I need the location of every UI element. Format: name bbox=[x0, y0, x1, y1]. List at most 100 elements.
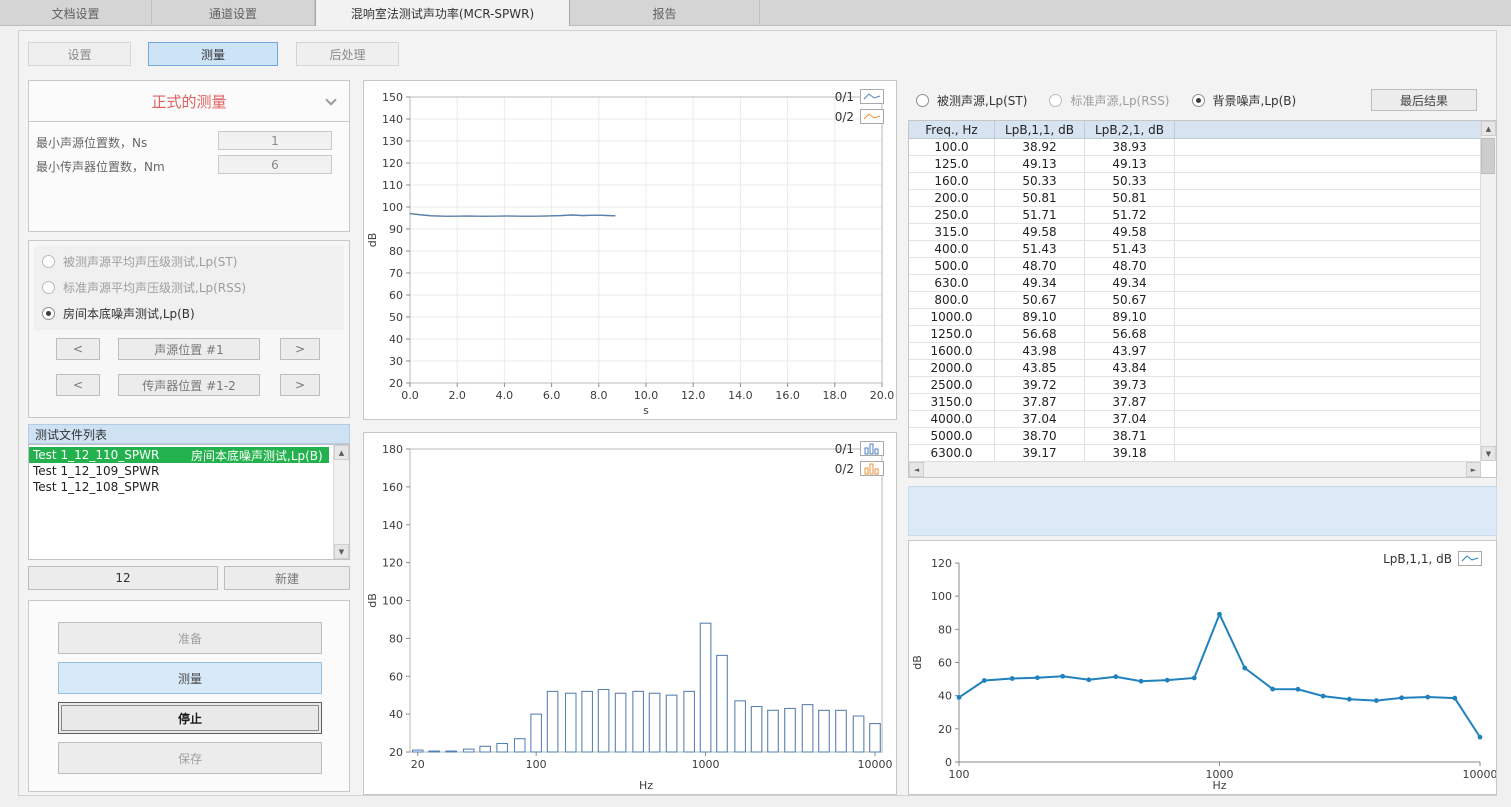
svg-text:0.0: 0.0 bbox=[401, 389, 419, 402]
tab-channel-settings[interactable]: 通道设置 bbox=[152, 0, 315, 26]
table-row[interactable]: 500.048.7048.70 bbox=[909, 258, 1480, 275]
scroll-down-icon[interactable]: ▼ bbox=[334, 544, 349, 559]
stop-button[interactable]: 停止 bbox=[58, 702, 322, 734]
measure-mode-value: 正式的测量 bbox=[151, 91, 226, 112]
table-row[interactable]: 4000.037.0437.04 bbox=[909, 411, 1480, 428]
table-row[interactable]: 800.050.6750.67 bbox=[909, 292, 1480, 309]
table-row[interactable]: 5000.038.7038.71 bbox=[909, 428, 1480, 445]
table-cell: 160.0 bbox=[909, 173, 995, 189]
scroll-right-icon[interactable]: ► bbox=[1466, 462, 1481, 477]
radio-circle bbox=[916, 94, 929, 107]
final-result-button[interactable]: 最后结果 bbox=[1371, 89, 1477, 111]
new-file-button[interactable]: 新建 bbox=[224, 566, 350, 590]
radio-display-lp-st[interactable]: 被测声源,Lp(ST) bbox=[916, 87, 1027, 113]
radio-test-lp-st[interactable]: 被测声源平均声压级测试,Lp(ST) bbox=[42, 248, 344, 274]
table-cell-filler bbox=[1175, 377, 1480, 393]
tab-document-settings[interactable]: 文档设置 bbox=[0, 0, 152, 26]
table-row[interactable]: 250.051.7151.72 bbox=[909, 207, 1480, 224]
tab-mcr-spwr[interactable]: 混响室法测试声功率(MCR-SPWR) bbox=[315, 0, 570, 26]
mic-position-button[interactable]: 传声器位置 #1-2 bbox=[118, 374, 260, 396]
scroll-up-icon[interactable]: ▲ bbox=[1481, 121, 1496, 136]
radio-circle bbox=[42, 255, 55, 268]
table-cell: 38.92 bbox=[995, 139, 1085, 155]
source-next-button[interactable]: > bbox=[280, 338, 320, 360]
scroll-left-icon[interactable]: ◄ bbox=[909, 462, 924, 477]
table-cell: 2500.0 bbox=[909, 377, 995, 393]
file-list-item[interactable]: Test 1_12_108_SPWR bbox=[29, 479, 329, 495]
scroll-down-icon[interactable]: ▼ bbox=[1481, 446, 1496, 461]
table-row[interactable]: 400.051.4351.43 bbox=[909, 241, 1480, 258]
table-row[interactable]: 160.050.3350.33 bbox=[909, 173, 1480, 190]
table-cell: 2000.0 bbox=[909, 360, 995, 376]
table-row[interactable]: 315.049.5849.58 bbox=[909, 224, 1480, 241]
radio-label: 标准声源,Lp(RSS) bbox=[1070, 92, 1169, 109]
svg-text:dB: dB bbox=[911, 655, 924, 670]
table-cell-filler bbox=[1175, 224, 1480, 240]
table-cell: 39.73 bbox=[1085, 377, 1175, 393]
legend-bar-icon bbox=[860, 461, 884, 476]
file-list-item[interactable]: Test 1_12_109_SPWR bbox=[29, 463, 329, 479]
table-cell-filler bbox=[1175, 394, 1480, 410]
table-row[interactable]: 2500.039.7239.73 bbox=[909, 377, 1480, 394]
table-cell: 250.0 bbox=[909, 207, 995, 223]
svg-text:80: 80 bbox=[938, 623, 952, 636]
legend-line-icon bbox=[1458, 551, 1482, 566]
file-list-item[interactable]: Test 1_12_110_SPWR房间本底噪声测试,Lp(B) bbox=[29, 447, 329, 463]
table-row[interactable]: 630.049.3449.34 bbox=[909, 275, 1480, 292]
time-history-chart: 15014013012011010090807060504030200.02.0… bbox=[364, 81, 896, 419]
radio-display-lp-b[interactable]: 背景噪声,Lp(B) bbox=[1192, 87, 1297, 113]
measure-button[interactable]: 测量 bbox=[58, 662, 322, 694]
table-row[interactable]: 3150.037.8737.87 bbox=[909, 394, 1480, 411]
subtab-postprocess[interactable]: 后处理 bbox=[296, 42, 399, 66]
table-row[interactable]: 125.049.1349.13 bbox=[909, 156, 1480, 173]
table-cell: 38.70 bbox=[995, 428, 1085, 444]
table-cell: 43.85 bbox=[995, 360, 1085, 376]
table-cell: 400.0 bbox=[909, 241, 995, 257]
table-cell: 1600.0 bbox=[909, 343, 995, 359]
prepare-button[interactable]: 准备 bbox=[58, 622, 322, 654]
tab-report[interactable]: 报告 bbox=[570, 0, 760, 26]
file-desc: 房间本底噪声测试,Lp(B) bbox=[191, 447, 323, 464]
test-type-radio-group: 被测声源平均声压级测试,Lp(ST)标准声源平均声压级测试,Lp(RSS)房间本… bbox=[34, 246, 344, 330]
param-value-nm[interactable]: 6 bbox=[218, 155, 332, 174]
source-prev-button[interactable]: < bbox=[56, 338, 100, 360]
file-name: Test 1_12_110_SPWR bbox=[33, 448, 191, 462]
radio-display-lp-rss[interactable]: 标准声源,Lp(RSS) bbox=[1049, 87, 1169, 113]
table-cell: 50.67 bbox=[995, 292, 1085, 308]
subtab-settings[interactable]: 设置 bbox=[28, 42, 131, 66]
table-cell-filler bbox=[1175, 190, 1480, 206]
subtab-measure[interactable]: 测量 bbox=[148, 42, 278, 66]
svg-text:80: 80 bbox=[389, 632, 403, 645]
svg-text:90: 90 bbox=[389, 223, 403, 236]
table-vscroll-thumb[interactable] bbox=[1481, 138, 1495, 174]
table-row[interactable]: 2000.043.8543.84 bbox=[909, 360, 1480, 377]
source-position-button[interactable]: 声源位置 #1 bbox=[118, 338, 260, 360]
measure-mode-dropdown[interactable]: 正式的测量 bbox=[28, 80, 350, 122]
table-cell-filler bbox=[1175, 445, 1480, 461]
table-hscrollbar[interactable]: ◄ ► bbox=[909, 461, 1481, 477]
file-count-field[interactable]: 12 bbox=[28, 566, 218, 590]
radio-test-lp-rss[interactable]: 标准声源平均声压级测试,Lp(RSS) bbox=[42, 274, 344, 300]
table-row[interactable]: 1250.056.6856.68 bbox=[909, 326, 1480, 343]
table-row[interactable]: 100.038.9238.93 bbox=[909, 139, 1480, 156]
save-button[interactable]: 保存 bbox=[58, 742, 322, 774]
scroll-up-icon[interactable]: ▲ bbox=[334, 445, 349, 460]
table-cell: 39.17 bbox=[995, 445, 1085, 461]
table-cell: 51.72 bbox=[1085, 207, 1175, 223]
table-row[interactable]: 200.050.8150.81 bbox=[909, 190, 1480, 207]
radio-circle bbox=[1049, 94, 1062, 107]
svg-text:Hz: Hz bbox=[1212, 779, 1226, 792]
table-cell: 3150.0 bbox=[909, 394, 995, 410]
mic-next-button[interactable]: > bbox=[280, 374, 320, 396]
file-list-scrollbar[interactable]: ▲ ▼ bbox=[333, 445, 349, 559]
radio-test-lp-b[interactable]: 房间本底噪声测试,Lp(B) bbox=[42, 300, 344, 326]
file-name: Test 1_12_108_SPWR bbox=[33, 480, 191, 494]
table-row[interactable]: 1600.043.9843.97 bbox=[909, 343, 1480, 360]
table-row[interactable]: 1000.089.1089.10 bbox=[909, 309, 1480, 326]
table-cell: 48.70 bbox=[995, 258, 1085, 274]
mic-prev-button[interactable]: < bbox=[56, 374, 100, 396]
param-value-ns[interactable]: 1 bbox=[218, 131, 332, 150]
svg-text:10000: 10000 bbox=[1463, 768, 1497, 781]
table-row[interactable]: 6300.039.1739.18 bbox=[909, 445, 1480, 462]
svg-text:50: 50 bbox=[389, 311, 403, 324]
